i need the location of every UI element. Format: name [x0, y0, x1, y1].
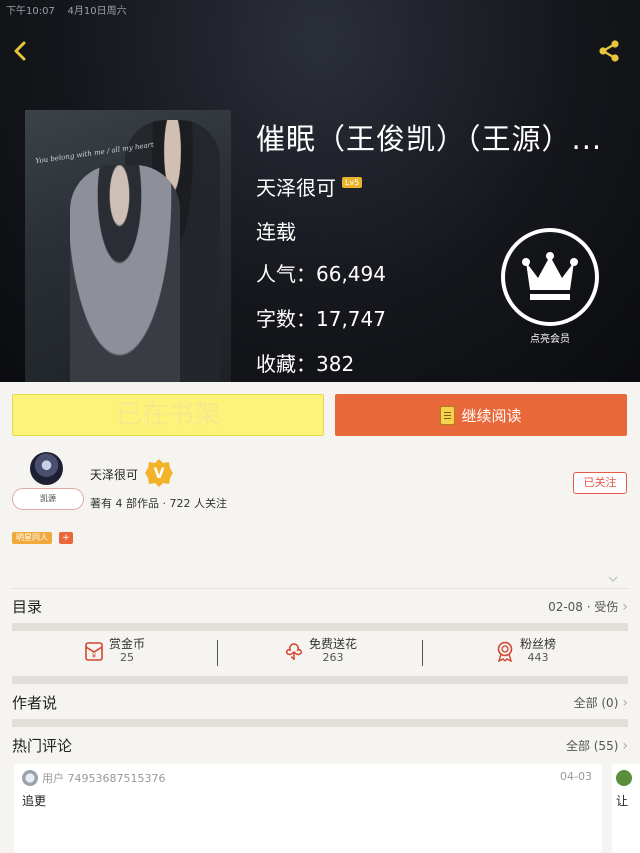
book-title: 催眠（王俊凯）（王源）...: [256, 122, 603, 156]
followed-button[interactable]: 已关注: [573, 472, 627, 494]
book-icon: [440, 405, 456, 425]
level-badge: Lv5: [342, 177, 363, 188]
divider: [217, 640, 218, 666]
divider: [12, 588, 628, 589]
genre-tag[interactable]: 明星同人: [12, 532, 52, 544]
continue-reading-label: 继续阅读: [461, 406, 522, 425]
commenter-name: 用户 74953687515376: [42, 772, 166, 785]
word-count-stat: 字数：17,747: [256, 307, 386, 331]
chevron-left-icon: [14, 41, 26, 61]
comment-text: 让: [616, 794, 629, 808]
fan-ranking-button[interactable]: 粉丝榜 443: [494, 637, 556, 664]
commenter-avatar: [616, 770, 632, 786]
writer-avatar[interactable]: [30, 452, 63, 485]
perk-value: 443: [527, 651, 549, 664]
commenter-avatar: [22, 770, 38, 786]
share-icon: [599, 40, 619, 62]
comment-text: 追更: [22, 794, 47, 808]
writer-meta: 著有 4 部作品 · 722 人关注: [90, 497, 227, 510]
section-gap: [12, 676, 628, 684]
perk-label: 免费送花: [309, 637, 358, 651]
status-bar-time: 下午10:07 4月10日周六: [6, 2, 127, 17]
comment-card[interactable]: 让: [612, 764, 640, 853]
author-name[interactable]: 天泽很可: [256, 172, 336, 201]
share-button[interactable]: [596, 38, 622, 64]
crown-icon: [522, 252, 578, 300]
author-line[interactable]: 天泽很可 Lv5: [256, 172, 363, 201]
hot-comments-all-link[interactable]: 全部 (55) ›: [566, 737, 628, 754]
medal-icon: [497, 641, 513, 662]
red-envelope-icon: ¥: [85, 642, 103, 661]
writer-name[interactable]: 天泽很可: [90, 466, 138, 483]
comment-card[interactable]: 用户 74953687515376 04-03 追更: [14, 764, 602, 853]
add-tag-button[interactable]: +: [59, 532, 73, 544]
reward-coins-button[interactable]: ¥ 赏金币 25: [83, 637, 145, 664]
chevron-right-icon: ›: [622, 598, 628, 615]
divider: [422, 640, 423, 666]
chevron-right-icon: ›: [622, 694, 628, 711]
vip-button[interactable]: [501, 228, 599, 326]
perk-value: 25: [120, 651, 134, 664]
chevron-down-icon[interactable]: [608, 574, 618, 584]
serial-status: 连载: [256, 220, 296, 244]
free-flowers-button[interactable]: 免费送花 263: [283, 637, 357, 664]
toc-title: 目录: [12, 598, 43, 616]
favorites-stat: 收藏：382: [256, 352, 355, 376]
toc-latest-link[interactable]: 02-08 · 受伤 ›: [548, 598, 628, 615]
in-bookshelf-button[interactable]: 已在书架: [12, 394, 324, 436]
section-gap: [12, 719, 628, 727]
status-date: 4月10日周六: [67, 6, 127, 17]
toc-latest-chapter: 02-08 · 受伤: [548, 600, 619, 614]
author-says-count: 全部 (0): [573, 696, 619, 710]
continue-reading-button[interactable]: 继续阅读: [335, 394, 627, 436]
section-gap: [12, 623, 628, 631]
perk-label: 赏金币: [109, 637, 146, 651]
book-header: 下午10:07 4月10日周六 You belong with me / all…: [0, 0, 640, 382]
book-cover[interactable]: You belong with me / all my heart: [25, 110, 231, 382]
status-time: 下午10:07: [6, 6, 55, 17]
chevron-right-icon: ›: [622, 737, 628, 754]
avatar-frame-tag: 凯源: [12, 488, 84, 510]
verified-v-icon: V: [145, 459, 173, 487]
hot-comments-title: 热门评论: [12, 737, 73, 755]
comment-date: 04-03: [560, 770, 592, 783]
cover-figure: [70, 165, 180, 382]
flower-icon: [286, 643, 302, 660]
perk-label: 粉丝榜: [520, 637, 557, 651]
hot-comments-count: 全部 (55): [565, 739, 619, 753]
popularity-stat: 人气：66,494: [256, 262, 386, 286]
perk-value: 263: [322, 651, 344, 664]
author-says-title: 作者说: [12, 694, 58, 712]
svg-text:¥: ¥: [92, 652, 97, 660]
vip-label: 点亮会员: [530, 334, 570, 345]
svg-text:V: V: [154, 466, 165, 482]
author-says-all-link[interactable]: 全部 (0) ›: [574, 694, 628, 711]
back-button[interactable]: [8, 38, 34, 64]
